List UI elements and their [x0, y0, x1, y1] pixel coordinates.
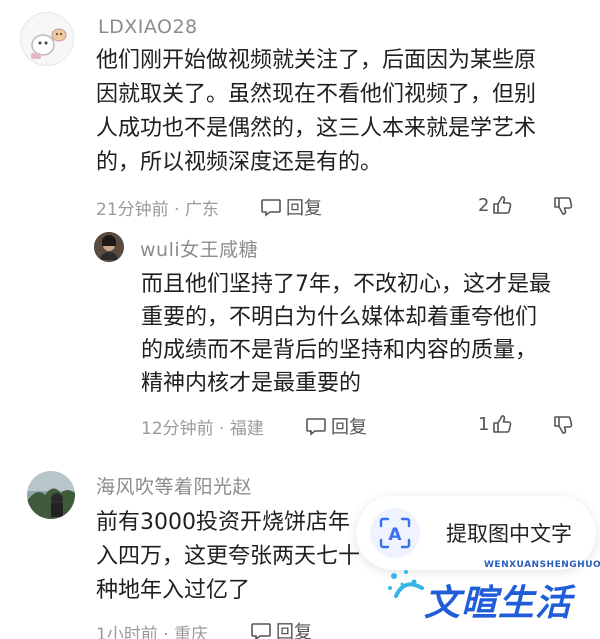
comment-text: 而且他们坚持了7年，不改初心，这才是最 重要的，不明白为什么媒体却着重夸他们 的… [141, 270, 551, 399]
avatar-cartoon-icon [21, 13, 73, 65]
thumbs-down-icon [554, 197, 573, 215]
avatar[interactable] [20, 12, 74, 66]
like-button[interactable]: 1 [478, 413, 513, 435]
avatar[interactable] [94, 232, 124, 262]
extract-text-label: 提取图中文字 [446, 522, 572, 546]
like-count: 1 [478, 413, 490, 435]
username[interactable]: wuli女王咸糖 [140, 235, 258, 262]
thumbs-up-icon [493, 196, 512, 214]
reply-button[interactable]: 回复 [250, 618, 312, 639]
comment-line: 的，所以视频深度还是有的。 [96, 150, 383, 175]
watermark-big-text: 文暄生活 [424, 583, 573, 624]
reply-button[interactable]: 回复 [305, 413, 367, 439]
thumbs-down-icon [554, 416, 573, 434]
timestamp-location: 1小时前 · 重庆 [96, 625, 209, 639]
speech-bubble-icon [306, 418, 326, 436]
comment-line: 因就取关了。虽然现在不看他们视频了，但别 [96, 82, 537, 107]
timestamp-location: 21分钟前 · 广东 [96, 200, 219, 220]
comment-line: 精神内核才是最重要的 [141, 371, 362, 396]
extract-text-button[interactable]: A 提取图中文字 [356, 496, 596, 570]
username[interactable]: 海风吹等着阳光赵 [96, 472, 252, 499]
comment-line: 前有3000投资开烧饼店年 [96, 510, 350, 535]
like-button[interactable]: 2 [478, 194, 513, 216]
thumbs-up-icon [493, 415, 512, 433]
comment-text: 前有3000投资开烧饼店年 入四万，这更夸张两天七十 种地年入过亿了 [96, 508, 360, 606]
dislike-button[interactable] [552, 195, 574, 217]
comment-line: 重要的，不明白为什么媒体却着重夸他们 [141, 305, 538, 330]
dislike-button[interactable] [552, 414, 574, 436]
speech-bubble-icon [261, 199, 281, 217]
timestamp-location: 12分钟前 · 福建 [141, 419, 264, 439]
avatar[interactable] [27, 471, 75, 519]
watermark-logo: WENXUANSHENGHUO 文暄生活 [384, 560, 600, 639]
reply-label: 回复 [286, 198, 322, 219]
comment-text: 他们刚开始做视频就关注了，后面因为某些原 因就取关了。虽然现在不看他们视频了，但… [96, 46, 536, 178]
ocr-icon: A [370, 508, 420, 558]
username[interactable]: LDXIAO28 [98, 16, 198, 38]
svg-text:A: A [388, 525, 402, 545]
comment-line: 他们刚开始做视频就关注了，后面因为某些原 [96, 48, 537, 73]
speech-bubble-icon [251, 623, 271, 639]
like-count: 2 [478, 194, 490, 216]
avatar-photo-icon [94, 232, 124, 262]
comment-line: 种地年入过亿了 [96, 578, 251, 603]
comment-line: 人成功也不是偶然的，这三人本来就是学艺术 [96, 116, 537, 141]
reply-label: 回复 [276, 622, 312, 639]
reply-button[interactable]: 回复 [260, 194, 322, 220]
comment-line: 而且他们坚持了7年，不改初心，这才是最 [141, 272, 551, 297]
avatar-landscape-icon [27, 471, 75, 519]
reply-label: 回复 [331, 417, 367, 438]
comment-line: 入四万，这更夸张两天七十 [96, 544, 361, 569]
watermark-small-text: WENXUANSHENGHUO [484, 560, 600, 570]
comment-line: 的成绩而不是背后的坚持和内容的质量， [141, 338, 538, 363]
